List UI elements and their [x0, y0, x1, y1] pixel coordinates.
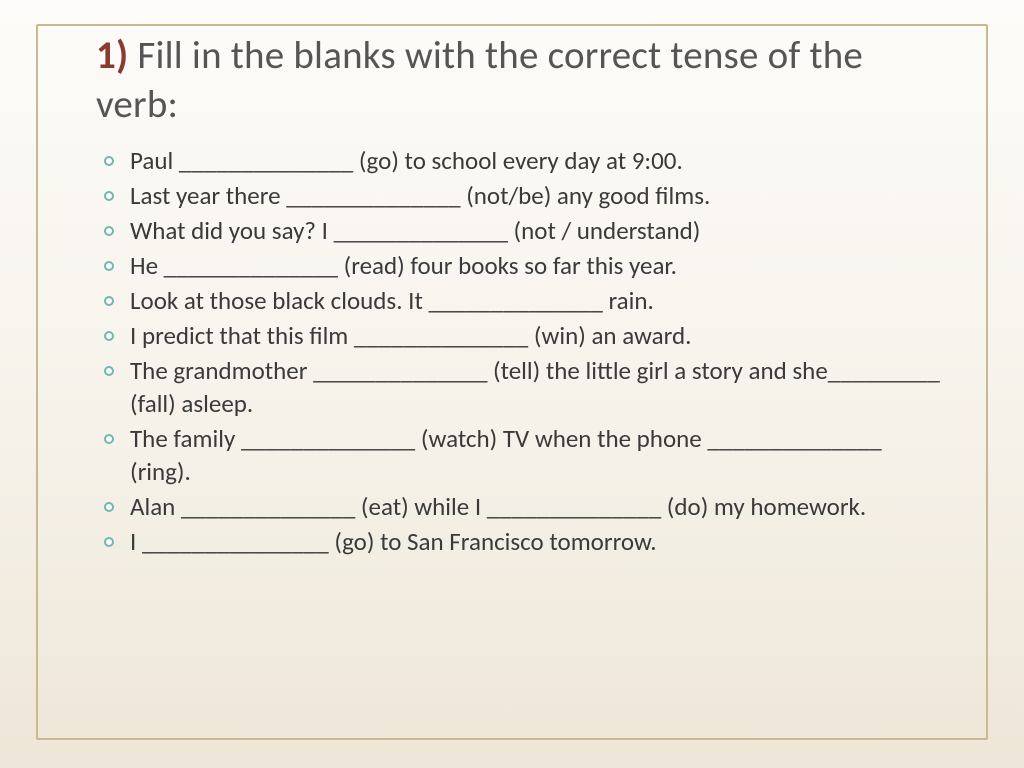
slide-title: 1) Fill in the blanks with the correct t… — [96, 32, 942, 130]
list-item: Look at those black clouds. It _________… — [104, 284, 942, 317]
list-item: Paul ______________ (go) to school every… — [104, 144, 942, 177]
list-item: The family ______________ (watch) TV whe… — [104, 422, 942, 488]
title-text: Fill in the blanks with the correct tens… — [96, 32, 863, 128]
list-item: Alan ______________ (eat) while I ______… — [104, 490, 942, 523]
list-item: The grandmother ______________ (tell) th… — [104, 354, 942, 420]
title-number: 1) — [96, 32, 128, 79]
list-item: Last year there ______________ (not/be) … — [104, 179, 942, 212]
list-item: What did you say? I ______________ (not … — [104, 214, 942, 247]
exercise-list: Paul ______________ (go) to school every… — [104, 144, 942, 558]
slide-frame: 1) Fill in the blanks with the correct t… — [36, 24, 988, 740]
list-item: He ______________ (read) four books so f… — [104, 249, 942, 282]
list-item: I _______________ (go) to San Francisco … — [104, 525, 942, 558]
list-item: I predict that this film ______________ … — [104, 319, 942, 352]
slide: 1) Fill in the blanks with the correct t… — [0, 0, 1024, 768]
